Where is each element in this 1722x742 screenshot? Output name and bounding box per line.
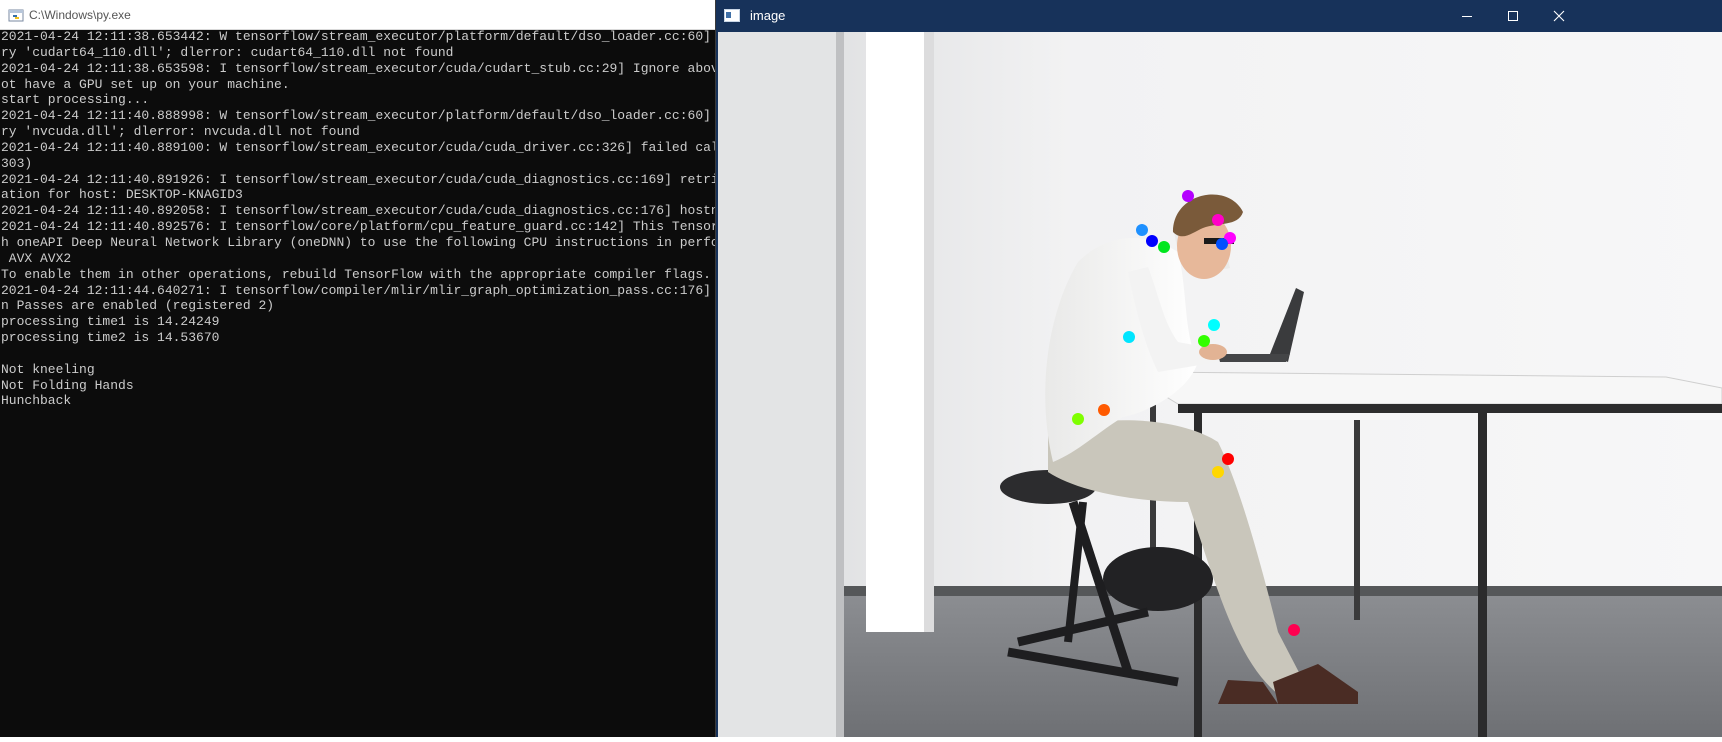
console-titlebar[interactable]: C:\Windows\py.exe [0,0,715,30]
console-window[interactable]: C:\Windows\py.exe 2021-04-24 12:11:38.65… [0,0,716,737]
desk-leg [1478,412,1487,737]
pose-keypoint [1212,214,1224,226]
python-icon [8,9,24,22]
pose-keypoint [1288,624,1300,636]
glass-frame [836,32,844,737]
posture-photo [718,32,1722,737]
minimize-icon [1462,16,1472,17]
close-button[interactable] [1536,0,1582,31]
pillar-shadow [924,32,934,632]
pose-keypoint [1146,235,1158,247]
console-title: C:\Windows\py.exe [29,8,131,22]
pose-keypoint [1182,190,1194,202]
pose-keypoint [1212,466,1224,478]
pose-keypoint [1208,319,1220,331]
pose-keypoint [1098,404,1110,416]
laptop-base [1218,354,1290,362]
pose-keypoint [1198,335,1210,347]
pose-keypoint [1222,453,1234,465]
desk-top [1149,371,1722,405]
image-titlebar[interactable]: image [716,0,1722,32]
maximize-icon [1508,11,1518,21]
pose-keypoint [1158,241,1170,253]
pose-keypoint [1072,413,1084,425]
pose-keypoint [1123,331,1135,343]
image-canvas [718,32,1722,737]
chair-knee-pad [1103,547,1213,611]
glass-panel [718,32,838,737]
pose-keypoint [1136,224,1148,236]
window-icon [724,9,740,22]
desk-edge [1178,404,1722,413]
wall-pillar [866,32,924,632]
terminal-output-area[interactable]: 2021-04-24 12:11:38.653442: W tensorflow… [1,29,716,737]
desk-leg [1354,420,1360,620]
image-window-title: image [750,8,786,23]
terminal-text: 2021-04-24 12:11:38.653442: W tensorflow… [1,29,716,409]
minimize-button[interactable] [1444,0,1490,31]
maximize-button[interactable] [1490,0,1536,31]
image-window[interactable]: image [716,0,1722,737]
pose-keypoint [1216,238,1228,250]
close-icon [1553,10,1565,22]
